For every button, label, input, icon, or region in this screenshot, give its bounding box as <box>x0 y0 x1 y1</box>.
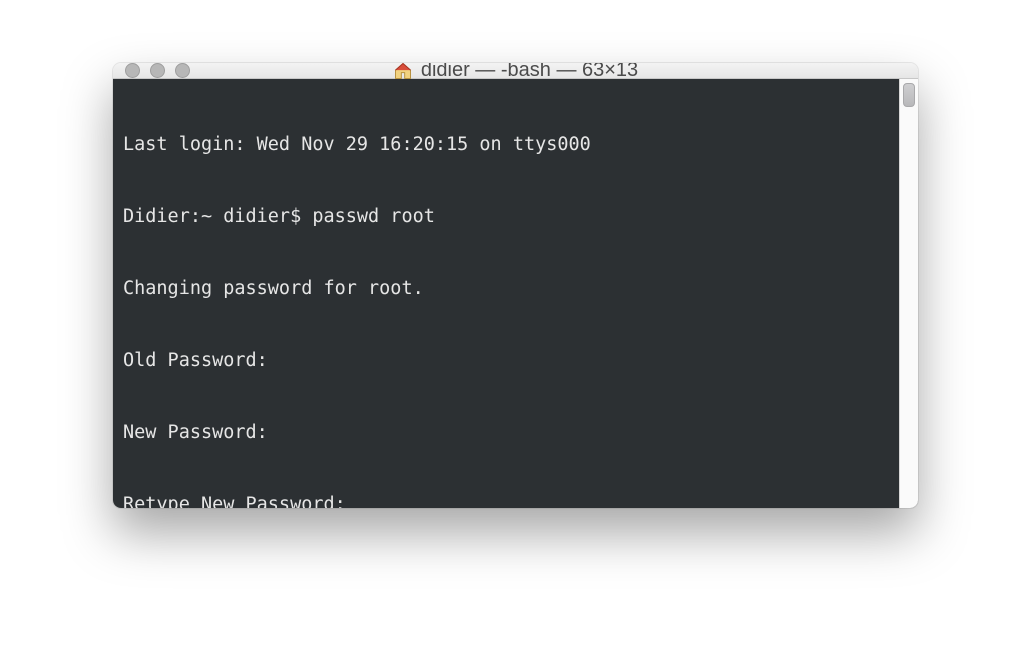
zoom-window-button[interactable] <box>175 63 190 78</box>
window-title: didier — -bash — 63×13 <box>421 63 638 82</box>
titlebar[interactable]: didier — -bash — 63×13 <box>113 63 918 79</box>
terminal-line: New Password: <box>123 421 891 445</box>
terminal-window: didier — -bash — 63×13 Last login: Wed N… <box>113 63 918 508</box>
terminal-line: Didier:~ didier$ passwd root <box>123 205 891 229</box>
minimize-window-button[interactable] <box>150 63 165 78</box>
scrollbar-thumb[interactable] <box>903 83 915 107</box>
vertical-scrollbar[interactable] <box>899 79 918 508</box>
traffic-lights <box>113 63 190 78</box>
window-title-area: didier — -bash — 63×13 <box>113 63 918 78</box>
terminal-line: Last login: Wed Nov 29 16:20:15 on ttys0… <box>123 133 891 157</box>
terminal-text-area[interactable]: Last login: Wed Nov 29 16:20:15 on ttys0… <box>113 79 899 508</box>
terminal-body: Last login: Wed Nov 29 16:20:15 on ttys0… <box>113 79 918 508</box>
close-window-button[interactable] <box>125 63 140 78</box>
home-icon <box>393 63 413 81</box>
terminal-line: Changing password for root. <box>123 277 891 301</box>
terminal-line: Retype New Password: <box>123 493 891 508</box>
terminal-line: Old Password: <box>123 349 891 373</box>
